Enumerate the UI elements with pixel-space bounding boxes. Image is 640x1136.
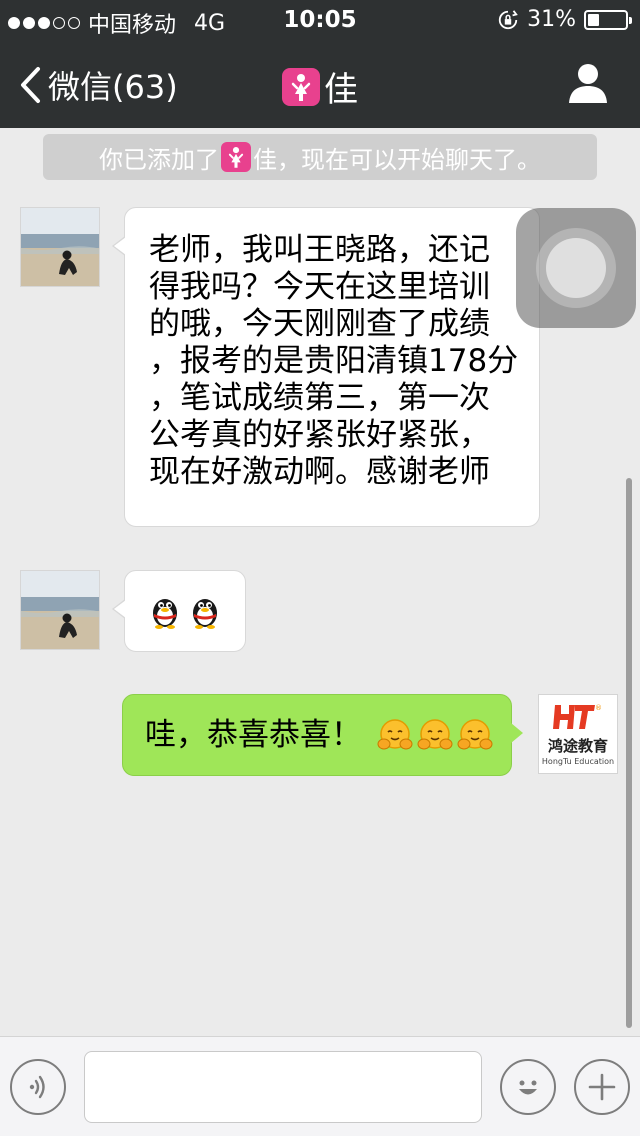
battery-percent: 31%	[527, 7, 576, 32]
more-button[interactable]	[574, 1059, 630, 1115]
message-line: 得我吗？今天在这里培训	[149, 269, 490, 305]
system-notice: 你已添加了 佳 ，现在可以开始聊天了。	[43, 134, 597, 180]
person-icon[interactable]	[568, 62, 608, 104]
contact-avatar[interactable]	[20, 570, 100, 650]
plus-icon	[588, 1073, 616, 1101]
scrollbar[interactable]	[626, 478, 632, 1028]
emoji-group	[376, 716, 494, 754]
voice-button[interactable]	[10, 1059, 66, 1115]
penguin-emoji	[153, 599, 177, 629]
rotation-lock-icon	[498, 9, 518, 29]
female-symbol-icon	[282, 67, 320, 106]
message-line: 的哦，今天刚刚查了成绩	[149, 306, 490, 342]
status-right: 31%	[497, 7, 632, 32]
sent-message[interactable]: 哇，恭喜恭喜！	[122, 694, 523, 776]
svg-text:®: ®	[595, 704, 601, 712]
hug-emoji	[417, 719, 453, 750]
contact-avatar[interactable]	[20, 207, 100, 287]
chat-title-name: 佳	[324, 70, 358, 110]
message-text: 哇，恭喜恭喜！	[145, 716, 362, 753]
notice-prefix: 你已添加了	[99, 145, 219, 174]
assistive-touch-button[interactable]	[516, 208, 636, 328]
beach-photo	[21, 571, 99, 649]
input-bar	[0, 1036, 640, 1136]
battery-icon	[584, 9, 632, 30]
message-line: 公考真的好紧张好紧张，	[149, 417, 490, 453]
notice-suffix: ，现在可以开始聊天了。	[277, 145, 541, 174]
brand-name-en: HongTu Education	[541, 757, 615, 766]
status-bar: 中国移动 4G 10:05 31%	[0, 0, 640, 40]
voice-icon	[29, 1075, 45, 1099]
female-symbol-icon	[221, 142, 251, 172]
top-bar: 中国移动 4G 10:05 31% 微信(63) 佳	[0, 0, 640, 128]
received-message[interactable]	[112, 570, 246, 652]
battery-level	[588, 13, 600, 26]
nav-bar: 微信(63) 佳	[0, 40, 640, 128]
message-line: ，报考的是贵阳清镇178分	[149, 343, 519, 379]
brand-logo: ®	[553, 704, 601, 729]
notice-name: 佳	[253, 145, 277, 174]
hug-emoji	[457, 719, 493, 750]
beach-photo	[21, 208, 99, 286]
assistive-core	[546, 238, 606, 298]
received-message[interactable]: 老师，我叫王晓路，还记 得我吗？今天在这里培训 的哦，今天刚刚查了成绩 ，报考的…	[112, 207, 540, 527]
message-line: ，笔试成绩第三，第一次	[149, 380, 490, 416]
emoji-button[interactable]	[500, 1059, 556, 1115]
smiley-icon	[519, 1080, 537, 1095]
brand-name-cn: 鸿途教育	[547, 737, 608, 755]
penguin-emoji	[193, 599, 217, 629]
my-avatar[interactable]: ® 鸿途教育 HongTu Education	[538, 694, 618, 774]
chat-title: 佳	[0, 62, 640, 111]
hug-emoji	[377, 719, 413, 750]
message-line: 现在好激动啊。感谢老师	[149, 454, 490, 490]
message-input[interactable]	[84, 1051, 482, 1123]
message-line: 老师，我叫王晓路，还记	[149, 232, 490, 268]
